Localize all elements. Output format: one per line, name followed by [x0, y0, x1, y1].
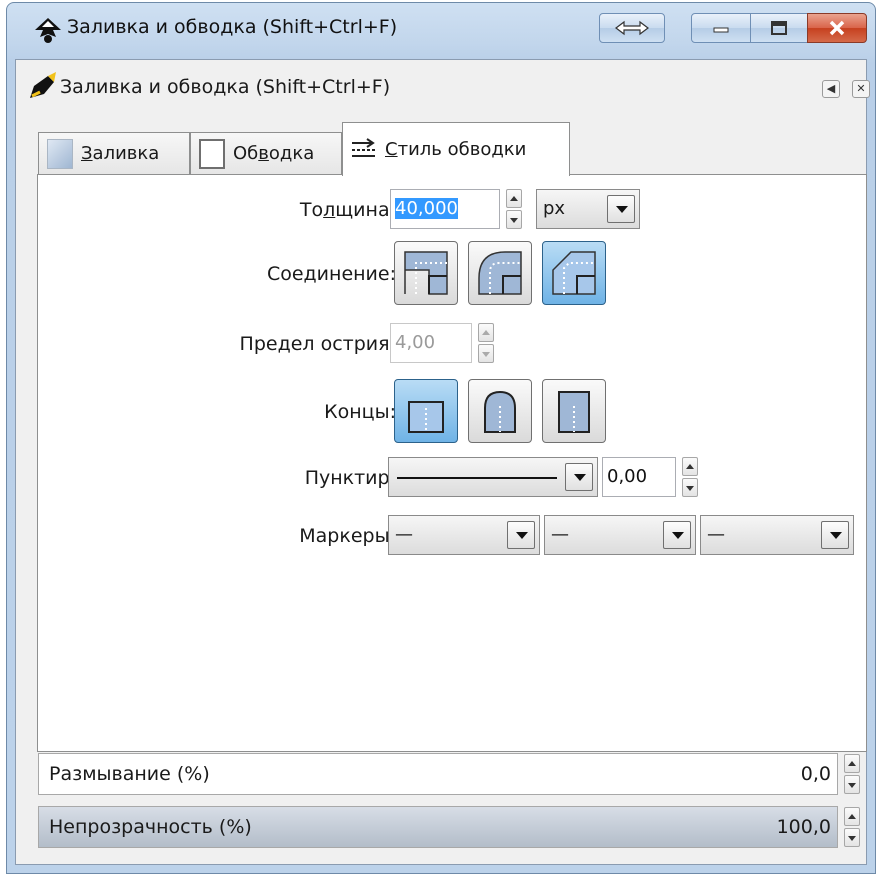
butt-cap-button[interactable]: [394, 379, 458, 443]
miter-join-icon: [404, 251, 448, 295]
chevron-down-icon: [607, 195, 635, 223]
stroke-width-input[interactable]: 40,000: [390, 189, 500, 229]
dash-offset-input[interactable]: 0,00: [602, 457, 676, 497]
tab-fill[interactable]: Заливка: [38, 132, 190, 174]
dock-title: Заливка и обводка (Shift+Ctrl+F): [60, 76, 391, 98]
stroke-width-spinner[interactable]: [506, 189, 522, 229]
tab-stroke-paint[interactable]: Обводка: [190, 132, 342, 174]
miter-limit-spinner[interactable]: [478, 323, 494, 363]
butt-cap-icon: [408, 401, 444, 433]
square-cap-button[interactable]: [542, 379, 606, 443]
round-cap-icon: [484, 390, 516, 433]
double-arrow-icon: [615, 20, 649, 36]
dock-header: Заливка и обводка (Shift+Ctrl+F) ◀ ✕: [16, 60, 870, 112]
fill-swatch-icon: [47, 138, 73, 169]
tab-stroke-paint-label: Обводка: [233, 143, 315, 164]
opacity-label: Непрозрачность (%): [49, 816, 252, 838]
mid-marker-select[interactable]: —: [544, 515, 696, 555]
round-join-button[interactable]: [468, 241, 532, 305]
maximize-icon: [771, 21, 787, 35]
round-cap-button[interactable]: [468, 379, 532, 443]
fill-stroke-icon: [28, 72, 58, 100]
window-title: Заливка и обводка (Shift+Ctrl+F): [67, 16, 398, 38]
blur-spinner[interactable]: [844, 754, 860, 794]
dialog-client-area: Заливка и обводка (Shift+Ctrl+F) ◀ ✕ Зал…: [15, 59, 870, 865]
bevel-join-icon: [552, 251, 596, 295]
tab-stroke-style[interactable]: Стиль обводки: [342, 122, 570, 176]
dash-pattern-select[interactable]: [388, 457, 598, 497]
round-join-icon: [478, 251, 522, 295]
miter-limit-input[interactable]: 4,00: [390, 323, 472, 363]
dialog-window: Заливка и обводка (Shift+Ctrl+F) Заливка…: [6, 2, 876, 874]
unit-select[interactable]: px: [536, 189, 640, 229]
dash-label: Пунктир:: [304, 467, 396, 489]
inkscape-icon: [33, 17, 63, 45]
maximize-button[interactable]: [750, 13, 808, 43]
blur-label: Размывание (%): [49, 763, 210, 785]
dash-offset-spinner[interactable]: [682, 457, 698, 497]
miter-join-button[interactable]: [394, 241, 458, 305]
blur-value: 0,0: [800, 763, 831, 785]
chevron-down-icon: [821, 521, 849, 549]
stroke-style-panel: Толщина: 40,000 px Соединение: Предел ос…: [37, 174, 867, 752]
miter-limit-label: Предел острия:: [239, 333, 396, 355]
stroke-swatch-icon: [199, 138, 225, 169]
markers-label: Маркеры:: [299, 525, 396, 547]
minimize-button[interactable]: [691, 13, 751, 43]
close-icon: [829, 20, 845, 36]
tab-fill-label: Заливка: [81, 143, 160, 164]
close-button[interactable]: [807, 13, 867, 43]
join-label: Соединение:: [266, 263, 396, 285]
dock-close-button[interactable]: ✕: [852, 80, 870, 98]
dock-collapse-button[interactable]: ◀: [822, 80, 840, 98]
stroke-style-icon: [351, 136, 377, 163]
square-cap-icon: [558, 391, 590, 433]
title-bar[interactable]: Заливка и обводка (Shift+Ctrl+F): [7, 3, 875, 57]
opacity-spinner[interactable]: [844, 807, 860, 847]
start-marker-select[interactable]: —: [388, 515, 540, 555]
chevron-down-icon: [663, 521, 691, 549]
chevron-down-icon: [565, 463, 593, 491]
blur-slider[interactable]: Размывание (%) 0,0: [38, 753, 838, 795]
swap-dock-button[interactable]: [599, 13, 665, 43]
caps-label: Концы:: [324, 401, 396, 423]
end-marker-select[interactable]: —: [700, 515, 854, 555]
stroke-width-label: Толщина:: [299, 199, 396, 221]
minimize-icon: [713, 27, 729, 33]
opacity-value: 100,0: [776, 816, 831, 838]
chevron-down-icon: [507, 521, 535, 549]
tab-stroke-style-label: Стиль обводки: [385, 139, 527, 160]
bevel-join-button[interactable]: [542, 241, 606, 305]
solid-line-icon: [397, 477, 557, 479]
opacity-slider[interactable]: Непрозрачность (%) 100,0: [38, 806, 838, 848]
